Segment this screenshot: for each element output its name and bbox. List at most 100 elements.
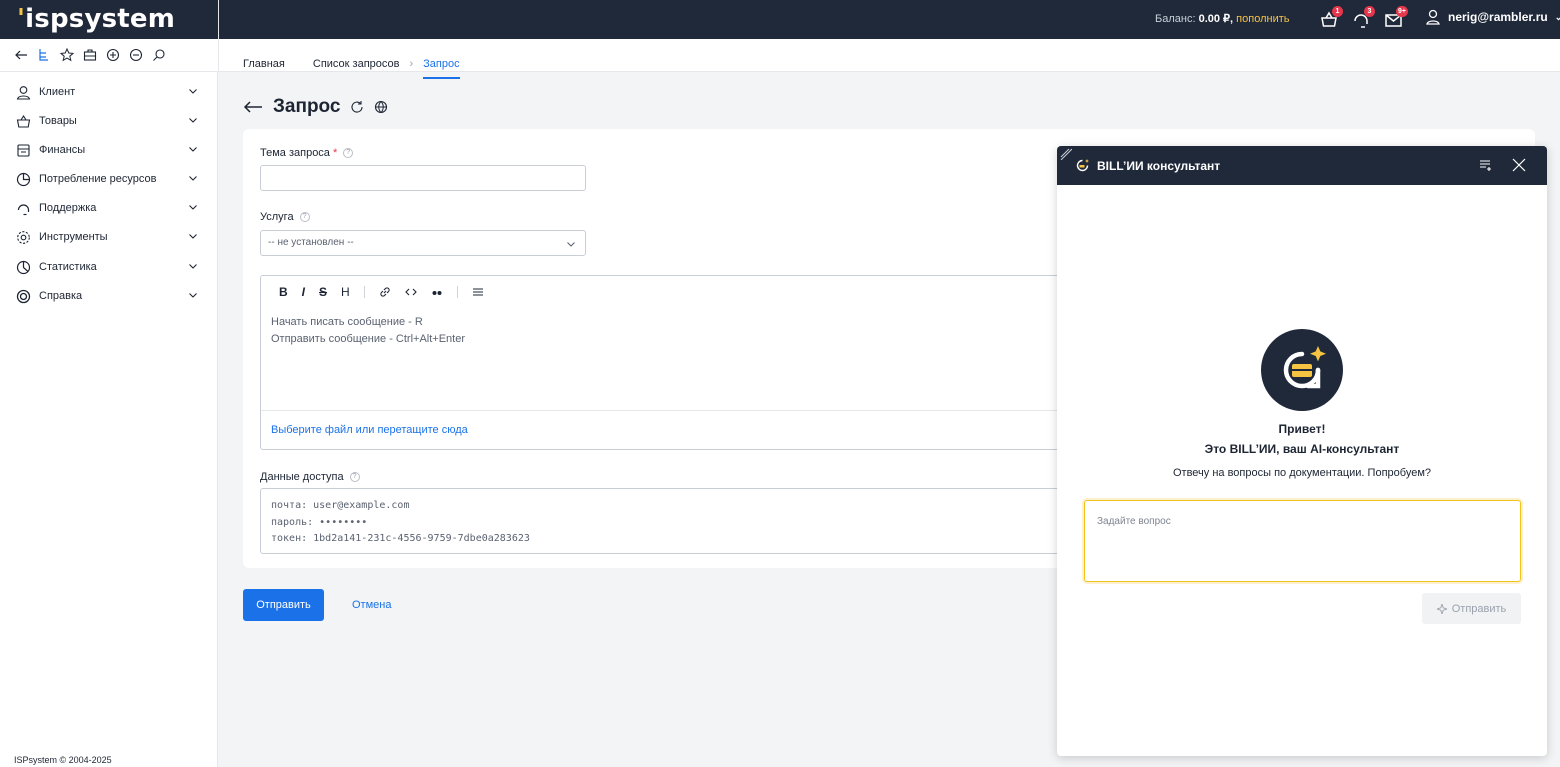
sidebar: Клиент Товары Финансы Потребление ресурс… [0,72,218,767]
sidebar-item-label: Статистика [39,261,97,273]
bot-icon [1075,158,1090,173]
breadcrumb-home[interactable]: Главная [243,58,285,70]
headset-icon [16,201,31,216]
service-select-value: -- не установлен -- [268,237,354,248]
sidebar-item-label: Товары [39,115,77,127]
help-icon[interactable]: ? [343,148,354,158]
sidebar-item-finance[interactable]: Финансы [16,140,198,160]
chat-question-input[interactable]: Задайте вопрос [1084,500,1521,582]
subject-label: Тема запроса *? [260,147,354,159]
code-icon[interactable] [404,286,417,298]
breadcrumb-separator: › [409,58,414,70]
chat-send-button[interactable]: Отправить [1422,593,1521,624]
gear-icon [16,230,31,245]
chart-icon [16,260,31,275]
sparkle-icon [1436,603,1447,614]
sidebar-item-goods[interactable]: Товары [16,111,198,131]
page-header: Запрос [243,96,388,118]
basket-icon [16,114,31,129]
divider [363,286,365,298]
zoom-in-icon[interactable] [106,48,120,62]
chevron-down-icon [188,290,198,300]
service-select[interactable]: -- не установлен -- [260,230,586,256]
ispsystem-logo[interactable]: 'ispsystem [17,4,175,34]
sidebar-item-tools[interactable]: Инструменты [16,227,198,247]
editor-placeholder: Начать писать сообщение - R Отправить со… [271,316,465,345]
heading-button[interactable]: H [341,285,350,299]
refresh-icon[interactable] [350,100,364,114]
chevron-down-icon [188,144,198,154]
divider [218,0,219,72]
sidebar-item-statistics[interactable]: Статистика [16,257,198,277]
bold-button[interactable]: B [279,285,288,299]
briefcase-icon[interactable] [83,48,97,62]
service-label: Услуга? [260,211,310,223]
user-icon [16,85,31,100]
submit-button[interactable]: Отправить [243,589,324,621]
sidebar-item-resources[interactable]: Потребление ресурсов [16,169,198,189]
sub-toolbar: Главная Список запросов › Запрос [0,39,1560,79]
sidebar-item-label: Клиент [39,86,76,98]
chat-title: BILL’ИИ консультант [1097,159,1221,173]
cancel-button[interactable]: Отмена [352,599,391,611]
cart-icon[interactable]: 1 [1318,6,1343,31]
chat-input-placeholder: Задайте вопрос [1097,516,1171,527]
page-title: Запрос [273,96,341,117]
italic-button[interactable]: I [302,285,305,299]
chevron-down-icon: ⌄ [1554,11,1560,22]
support-badge: 3 [1364,6,1375,17]
file-upload-link[interactable]: Выберите файл или перетащите сюда [271,424,468,436]
mail-icon[interactable]: 9+ [1383,6,1408,31]
divider [456,286,458,298]
user-email: nerig@rambler.ru [1448,10,1548,24]
user-menu[interactable]: nerig@rambler.ru ⌄ [1425,9,1560,25]
sidebar-item-label: Поддержка [39,202,97,214]
breadcrumb-current[interactable]: Запрос [423,58,460,79]
support-icon[interactable]: 3 [1350,6,1375,31]
link-icon[interactable] [379,286,391,298]
star-icon[interactable] [60,48,74,62]
globe-icon[interactable] [374,100,388,114]
balance: Баланс: 0.00 ₽, пополнить [1155,13,1290,25]
breadcrumb-list[interactable]: Список запросов [313,58,400,70]
chat-greeting: Привет! [1278,422,1326,436]
sidebar-item-support[interactable]: Поддержка [16,198,198,218]
sidebar-item-help[interactable]: Справка [16,286,198,306]
pie-icon [16,172,31,187]
chevron-down-icon [188,86,198,96]
chat-subtitle: Отвечу на вопросы по документации. Попро… [1172,467,1431,479]
sidebar-item-client[interactable]: Клиент [16,82,198,102]
history-icon[interactable] [1479,158,1493,172]
sidebar-item-label: Справка [39,290,83,302]
sidebar-item-label: Инструменты [39,231,108,243]
sidebar-item-label: Потребление ресурсов [39,173,157,185]
bill-ai-logo [1260,328,1344,412]
back-icon[interactable] [14,48,28,62]
chevron-down-icon [566,239,576,249]
help-icon[interactable]: ? [349,472,360,482]
sidebar-item-label: Финансы [39,144,86,156]
topup-link[interactable]: пополнить [1236,13,1289,25]
help-icon[interactable]: ? [299,212,310,222]
chevron-down-icon [188,115,198,125]
chat-header: BILL’ИИ консультант [1057,146,1547,185]
search-icon[interactable] [152,48,166,62]
lifebuoy-icon [16,289,31,304]
back-arrow-icon[interactable] [243,100,263,114]
strike-button[interactable]: S [319,285,327,299]
chevron-down-icon [188,202,198,212]
subject-input[interactable] [260,165,586,191]
finance-icon [16,143,31,158]
mail-badge: 9+ [1396,6,1408,17]
zoom-out-icon[interactable] [129,48,143,62]
resize-handle-icon[interactable] [1060,148,1072,160]
close-icon[interactable] [1512,158,1526,172]
quote-icon[interactable] [431,286,443,298]
list-icon[interactable] [472,286,484,298]
ai-chat-panel: BILL’ИИ консультант Привет! Это BILL’ИИ,… [1057,146,1547,756]
chevron-down-icon [188,173,198,183]
cart-badge: 1 [1332,6,1343,17]
copyright: ISPsystem © 2004-2025 [14,755,112,765]
editor-toolbar: B I S H [279,285,484,299]
tree-icon[interactable] [37,48,51,62]
